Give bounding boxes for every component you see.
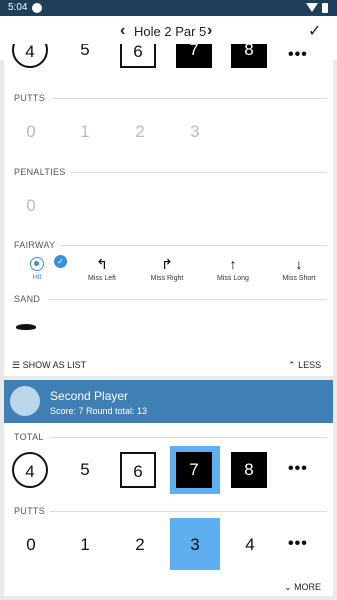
chevron-up-icon: ⌃ xyxy=(288,360,296,370)
divider xyxy=(50,511,327,512)
player-two-card: Second Player Score: 7 Round total: 13 T… xyxy=(4,380,333,596)
fairway-option-label: Miss Long xyxy=(217,275,249,282)
player-two-header[interactable]: Second Player Score: 7 Round total: 13 xyxy=(4,380,333,423)
show-as-list-label: SHOW AS LIST xyxy=(22,360,87,370)
putts-option[interactable]: 2 xyxy=(122,114,158,150)
divider xyxy=(70,172,327,173)
hole-title: Hole 2 Par 5 xyxy=(134,24,207,39)
fairway-option-label: Miss Left xyxy=(87,275,116,282)
next-hole-button[interactable]: › xyxy=(207,22,212,40)
player-name: Second Player xyxy=(50,389,129,403)
total-option[interactable]: 6 xyxy=(120,452,156,488)
battery-icon xyxy=(322,3,328,13)
fairway-hit-label[interactable]: Hit xyxy=(10,274,64,281)
putts-option[interactable]: 2 xyxy=(122,527,158,563)
penalties-option[interactable]: 0 xyxy=(13,188,49,224)
total-option[interactable]: 8 xyxy=(231,452,267,488)
player-score-summary: Score: 7 Round total: 13 xyxy=(50,406,148,416)
score-option[interactable]: 5 xyxy=(67,44,103,68)
score-option[interactable]: 6 xyxy=(120,44,156,68)
putts-option[interactable]: 1 xyxy=(67,114,103,150)
list-icon: ☰ xyxy=(12,360,21,370)
fairway-option-label: Miss Right xyxy=(150,275,184,282)
show-as-list-button[interactable]: ☰ SHOW AS LIST xyxy=(12,360,86,371)
fairway-label: FAIRWAY xyxy=(14,240,56,250)
total-option[interactable]: 5 xyxy=(67,452,103,488)
checkmark-icon: ✓ xyxy=(54,255,67,268)
putts-option[interactable]: 1 xyxy=(67,527,103,563)
score-option[interactable]: 4 xyxy=(12,44,48,68)
divider xyxy=(60,245,327,246)
golfer-avatar-icon xyxy=(10,386,40,416)
more-scores-button[interactable]: ••• xyxy=(288,46,308,64)
less-label: LESS xyxy=(298,360,322,370)
total-option-selected[interactable]: 7 xyxy=(176,452,212,488)
arrow-up-icon: ↑ xyxy=(229,256,237,272)
more-button[interactable]: ⌄ MORE xyxy=(284,582,321,593)
arrow-up-right-icon: ↱ xyxy=(161,256,173,272)
wifi-icon xyxy=(306,3,318,12)
more-putts-button[interactable]: ••• xyxy=(288,535,308,553)
divider xyxy=(52,98,327,99)
sand-bunker-icon[interactable] xyxy=(16,324,36,330)
total-label: TOTAL xyxy=(14,432,44,442)
arrow-up-left-icon: ↰ xyxy=(96,256,108,272)
putts-option-selected[interactable]: 3 xyxy=(177,527,213,563)
putts-option[interactable]: 3 xyxy=(177,114,213,150)
score-option[interactable]: 7 xyxy=(176,44,212,68)
sand-label: SAND xyxy=(14,294,41,304)
less-button[interactable]: ⌃ LESS xyxy=(288,360,321,371)
previous-hole-button[interactable]: ‹ xyxy=(120,22,125,40)
player-one-card: 4 5 6 7 8 ••• PUTTS 0 1 2 3 PENALTIES 0 … xyxy=(4,44,333,376)
penalties-label: PENALTIES xyxy=(14,167,66,177)
more-scores-button[interactable]: ••• xyxy=(288,460,308,478)
putts-label: PUTTS xyxy=(14,506,46,516)
fairway-hit-radio[interactable] xyxy=(30,257,44,271)
putts-label: PUTTS xyxy=(14,93,46,103)
arrow-down-icon: ↓ xyxy=(295,256,303,272)
fairway-miss-short-option[interactable]: ↓ Miss Short xyxy=(272,256,326,282)
putts-option[interactable]: 0 xyxy=(13,114,49,150)
fairway-miss-right-option[interactable]: ↱ Miss Right xyxy=(140,256,194,282)
more-label: MORE xyxy=(294,582,322,592)
chevron-down-icon: ⌄ xyxy=(284,582,292,592)
sync-icon xyxy=(32,3,42,13)
putts-option[interactable]: 0 xyxy=(13,527,49,563)
divider xyxy=(50,437,327,438)
fairway-miss-left-option[interactable]: ↰ Miss Left xyxy=(75,256,129,282)
fairway-option-label: Miss Short xyxy=(282,275,316,282)
putts-option[interactable]: 4 xyxy=(232,527,268,563)
status-time: 5:04 xyxy=(8,2,28,13)
fairway-miss-long-option[interactable]: ↑ Miss Long xyxy=(206,256,260,282)
divider xyxy=(48,299,327,300)
status-bar: 5:04 xyxy=(0,0,337,16)
confirm-check-button[interactable]: ✓ xyxy=(308,21,321,41)
total-option[interactable]: 4 xyxy=(12,452,48,488)
score-option[interactable]: 8 xyxy=(231,44,267,68)
